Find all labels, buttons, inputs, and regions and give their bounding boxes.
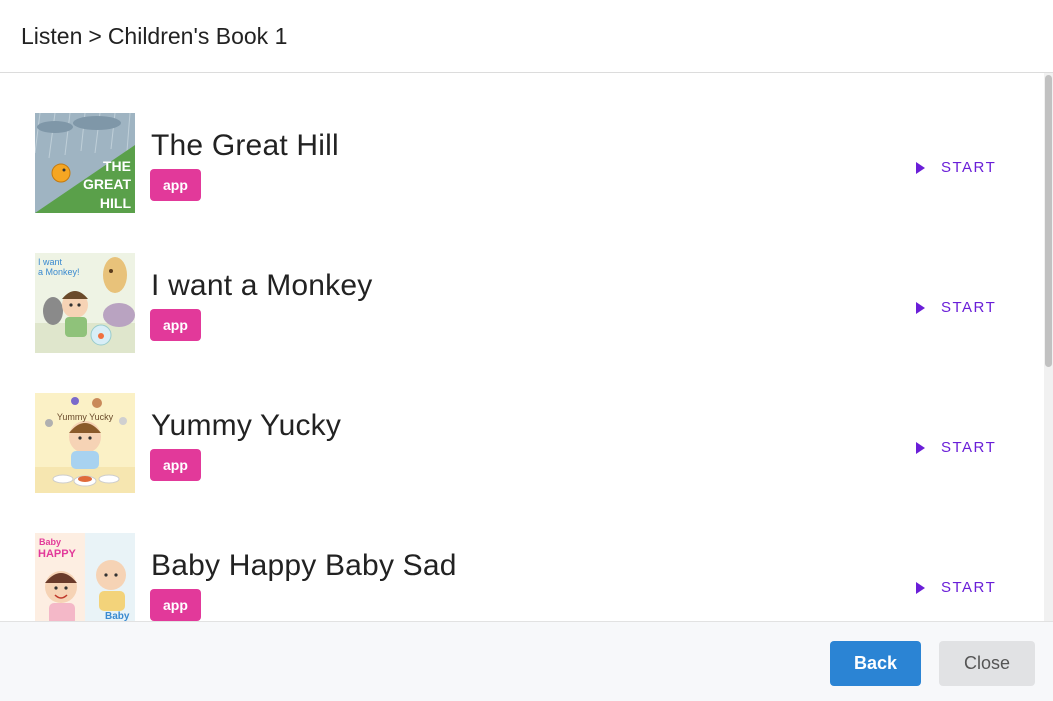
baby-happy-cover-image: Baby HAPPY Baby: [35, 533, 135, 621]
start-button[interactable]: START: [913, 299, 996, 316]
cover-text-1: Yummy Yucky: [57, 412, 114, 422]
start-button[interactable]: START: [913, 159, 996, 176]
cover-text-2: a Monkey!: [38, 267, 80, 277]
book-title: Yummy Yucky: [151, 409, 342, 442]
back-button[interactable]: Back: [830, 641, 921, 686]
cover-text-2: GREAT: [83, 176, 131, 192]
start-label: START: [941, 159, 997, 176]
start-button[interactable]: START: [913, 439, 996, 456]
book-title: The Great Hill: [151, 129, 339, 162]
list-item: I want a Monkey! I want a Monkey app STA…: [0, 213, 1040, 353]
book-list[interactable]: THE GREAT HILL The Great Hill app START: [0, 73, 1053, 621]
start-label: START: [941, 299, 997, 316]
cover-text-1: THE: [103, 158, 131, 174]
breadcrumb: Listen > Children's Book 1: [0, 0, 1053, 73]
list-item: Baby HAPPY Baby Baby Happy Baby Sad app …: [0, 493, 1040, 621]
scrollbar-thumb[interactable]: [1045, 75, 1052, 367]
cover-text-1: Baby: [39, 537, 61, 547]
play-icon: [916, 581, 925, 594]
cover-text-1: I want: [38, 257, 63, 267]
dialog-footer: Back Close: [0, 621, 1053, 701]
play-icon: [916, 441, 925, 454]
book-title: I want a Monkey: [151, 269, 373, 302]
cover-text-2: HAPPY: [38, 548, 77, 560]
app-badge: app: [150, 309, 201, 341]
close-button[interactable]: Close: [939, 641, 1035, 686]
play-icon: [916, 301, 925, 314]
cover-text-3: Baby: [105, 611, 130, 621]
monkey-cover-image: I want a Monkey!: [35, 253, 135, 353]
breadcrumb-current: Children's Book 1: [107, 22, 288, 49]
list-item: THE GREAT HILL The Great Hill app START: [0, 73, 1040, 213]
app-badge: app: [150, 449, 201, 481]
app-badge: app: [150, 169, 201, 201]
start-label: START: [941, 579, 997, 596]
book-title: Baby Happy Baby Sad: [151, 549, 457, 582]
yummy-yucky-cover-image: Yummy Yucky: [35, 393, 135, 493]
list-item: Yummy Yucky Yummy Yucky app START: [0, 353, 1040, 493]
play-icon: [916, 161, 925, 174]
app-badge: app: [150, 589, 201, 621]
scrollbar[interactable]: [1044, 73, 1053, 621]
breadcrumb-section[interactable]: Listen: [21, 23, 82, 50]
cover-text-3: HILL: [100, 195, 132, 211]
great-hill-cover-image: THE GREAT HILL: [35, 113, 135, 213]
start-button[interactable]: START: [913, 579, 996, 596]
breadcrumb-separator: >: [88, 22, 102, 49]
start-label: START: [941, 439, 997, 456]
